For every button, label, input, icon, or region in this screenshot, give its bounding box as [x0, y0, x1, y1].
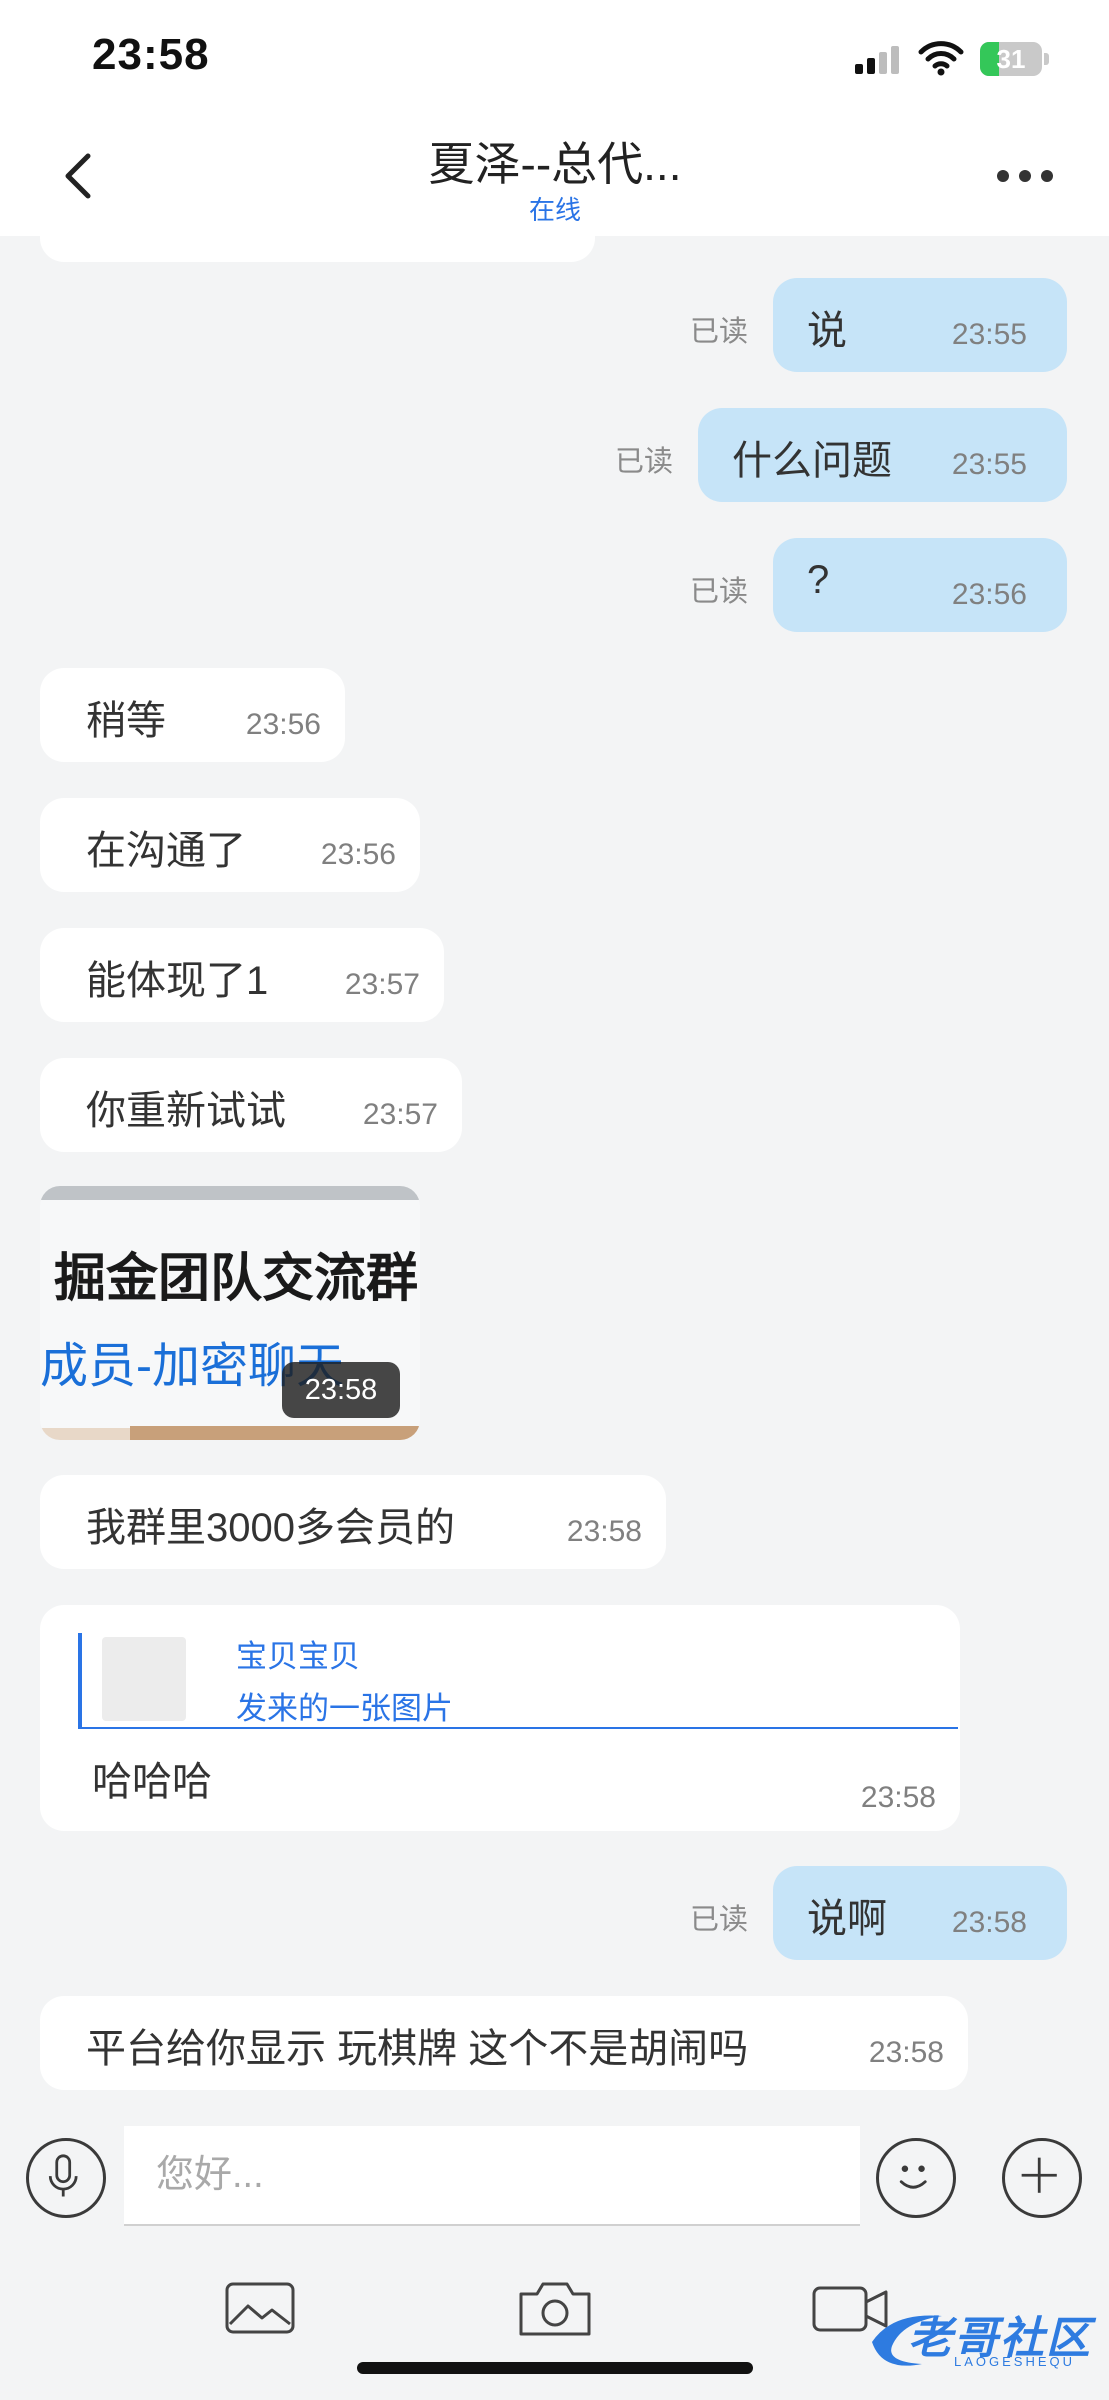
message-bubble-incoming[interactable]: 你重新试试 23:57	[40, 1058, 462, 1152]
message-time: 23:56	[951, 578, 1027, 611]
read-receipt: 已读	[615, 446, 674, 478]
message-time: 23:58	[566, 1515, 642, 1548]
message-bubble-incoming[interactable]: 平台给你显示 玩棋牌 这个不是胡闹吗 23:58	[40, 1996, 968, 2090]
more-icon[interactable]	[995, 156, 1055, 196]
message-text: 平台给你显示 玩棋牌 这个不是胡闹吗	[86, 2027, 749, 2071]
emoji-icon[interactable]	[876, 2138, 956, 2218]
message-time: 23:56	[320, 838, 396, 871]
message-time: 23:58	[282, 1362, 400, 1418]
message-text: 说	[807, 309, 847, 353]
message-time: 23:58	[860, 1781, 936, 1814]
message-text: 能体现了1	[86, 959, 269, 1003]
message-text: 稍等	[86, 699, 166, 743]
home-indicator	[357, 2362, 753, 2374]
message-time: 23:58	[868, 2036, 944, 2069]
message-text: 哈哈哈	[92, 1760, 212, 1804]
message-text: ?	[807, 558, 830, 602]
image-message[interactable]: 掘金团队交流群 成员-加密聊天 23:58	[40, 1186, 420, 1440]
status-time: 23:58	[92, 30, 210, 79]
online-status: 在线	[528, 195, 581, 225]
message-bubble-incoming[interactable]: 我群里3000多会员的 23:58	[40, 1475, 666, 1569]
battery-icon: 31	[980, 42, 1050, 76]
quoted-image-thumbnail	[102, 1637, 186, 1721]
message-bubble-quote-reply[interactable]: 宝贝宝贝 发来的一张图片 哈哈哈 23:58	[40, 1605, 960, 1831]
message-text: 你重新试试	[86, 1089, 286, 1133]
mic-icon[interactable]	[26, 2138, 106, 2218]
quoted-sender: 宝贝宝贝	[236, 1639, 360, 1674]
message-time: 23:57	[344, 968, 420, 1001]
cellular-signal-icon	[855, 44, 901, 74]
message-bubble-incoming[interactable]: 在沟通了 23:56	[40, 798, 420, 892]
read-receipt: 已读	[690, 1904, 749, 1936]
message-time: 23:56	[245, 708, 321, 741]
wifi-icon	[918, 41, 964, 76]
message-text: 说啊	[807, 1897, 887, 1941]
message-bubble-incoming[interactable]: 能体现了1 23:57	[40, 928, 444, 1022]
chat-screen: 23:58 31 夏泽--总代... 在线 已读 说 23:55 已读 什么问题…	[0, 0, 1109, 2400]
message-text: 什么问题	[732, 439, 892, 483]
image-text-line: 掘金团队交流群	[54, 1250, 419, 1308]
camera-icon[interactable]	[515, 2276, 595, 2340]
chat-header: 夏泽--总代... 在线	[0, 118, 1109, 236]
battery-level: 31	[996, 44, 1026, 74]
read-receipt: 已读	[690, 316, 749, 348]
watermark-subtext: LAOGESHEQU	[954, 2354, 1076, 2369]
message-text: 我群里3000多会员的	[86, 1506, 455, 1550]
message-time: 23:57	[362, 1098, 438, 1131]
message-time: 23:58	[951, 1906, 1027, 1939]
status-bar: 23:58 31	[0, 0, 1109, 118]
message-bubble-outgoing[interactable]: 说啊 23:58	[773, 1866, 1067, 1960]
message-time: 23:55	[951, 318, 1027, 351]
message-bubble-incoming[interactable]: 稍等 23:56	[40, 668, 345, 762]
message-bubble-partial	[40, 236, 595, 262]
watermark-logo: 老哥社区 LAOGESHEQU	[862, 2294, 1102, 2372]
message-bubble-outgoing[interactable]: 什么问题 23:55	[698, 408, 1067, 502]
message-bubble-outgoing[interactable]: 说 23:55	[773, 278, 1067, 372]
message-time: 23:55	[951, 448, 1027, 481]
read-receipt: 已读	[690, 576, 749, 608]
contact-name: 夏泽--总代...	[428, 138, 682, 190]
message-input-bar	[0, 2106, 1109, 2226]
quoted-content: 发来的一张图片	[236, 1691, 453, 1726]
image-icon[interactable]	[222, 2276, 302, 2340]
message-input[interactable]	[124, 2126, 860, 2226]
message-list[interactable]: 已读 说 23:55 已读 什么问题 23:55 已读 ? 23:56 稍等 2…	[0, 236, 1109, 2106]
chevron-left-icon[interactable]	[52, 146, 112, 206]
plus-icon[interactable]	[1002, 2138, 1082, 2218]
message-bubble-outgoing[interactable]: ? 23:56	[773, 538, 1067, 632]
quoted-message[interactable]: 宝贝宝贝 发来的一张图片	[78, 1633, 958, 1729]
message-text: 在沟通了	[86, 829, 246, 873]
